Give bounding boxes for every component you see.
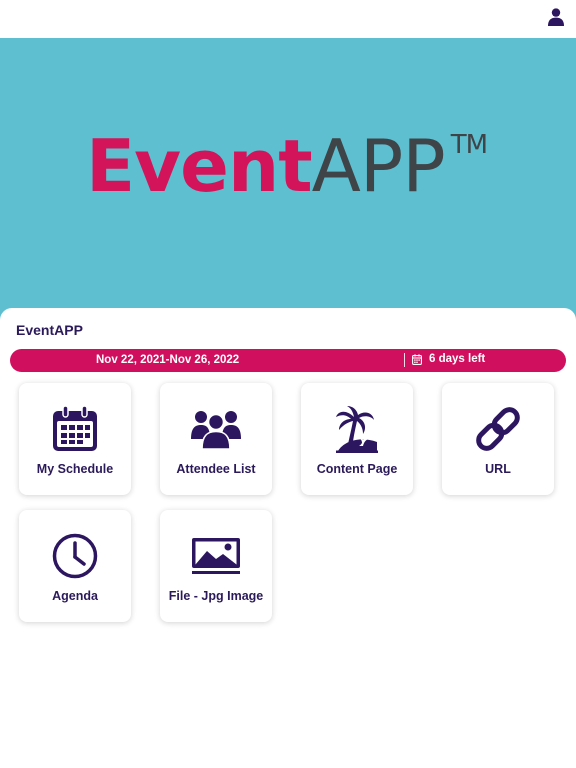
logo-event-text: Event [86, 124, 313, 208]
logo-app-text: APP [311, 124, 446, 208]
event-date-range: Nov 22, 2021-Nov 26, 2022 [96, 354, 240, 366]
tile-file-jpg-image[interactable]: File - Jpg Image [160, 510, 272, 622]
event-sheet: EventAPP Nov 22, 2021-Nov 26, 2022 6 day… [0, 308, 576, 768]
tile-agenda[interactable]: Agenda [19, 510, 131, 622]
event-date-bar: Nov 22, 2021-Nov 26, 2022 6 days left [10, 349, 566, 372]
link-icon [476, 407, 520, 451]
top-bar [0, 0, 576, 38]
event-title: EventAPP [16, 322, 83, 338]
calendar-icon [53, 406, 97, 451]
tile-label: URL [485, 462, 511, 476]
tile-label: Agenda [52, 589, 98, 603]
days-left-text: 6 days left [429, 353, 486, 365]
eventapp-logo: Event APP TM [86, 124, 488, 208]
tile-my-schedule[interactable]: My Schedule [19, 383, 131, 495]
tile-attendee-list[interactable]: Attendee List [160, 383, 272, 495]
calendar-small-icon [412, 353, 422, 365]
logo-trademark: TM [450, 130, 488, 160]
tile-label: Attendee List [176, 462, 256, 476]
tile-label: Content Page [316, 462, 398, 476]
tile-content-page[interactable]: Content Page [301, 383, 413, 495]
group-icon [191, 411, 241, 449]
image-icon [192, 538, 240, 574]
days-left: 6 days left [412, 353, 485, 365]
tile-label: File - Jpg Image [168, 589, 264, 603]
person-icon [548, 8, 564, 26]
clock-icon [52, 533, 98, 579]
palm-island-icon [336, 406, 378, 453]
tile-url[interactable]: URL [442, 383, 554, 495]
profile-button[interactable] [542, 3, 570, 31]
date-bar-divider [404, 353, 405, 367]
tile-label: My Schedule [36, 462, 114, 476]
